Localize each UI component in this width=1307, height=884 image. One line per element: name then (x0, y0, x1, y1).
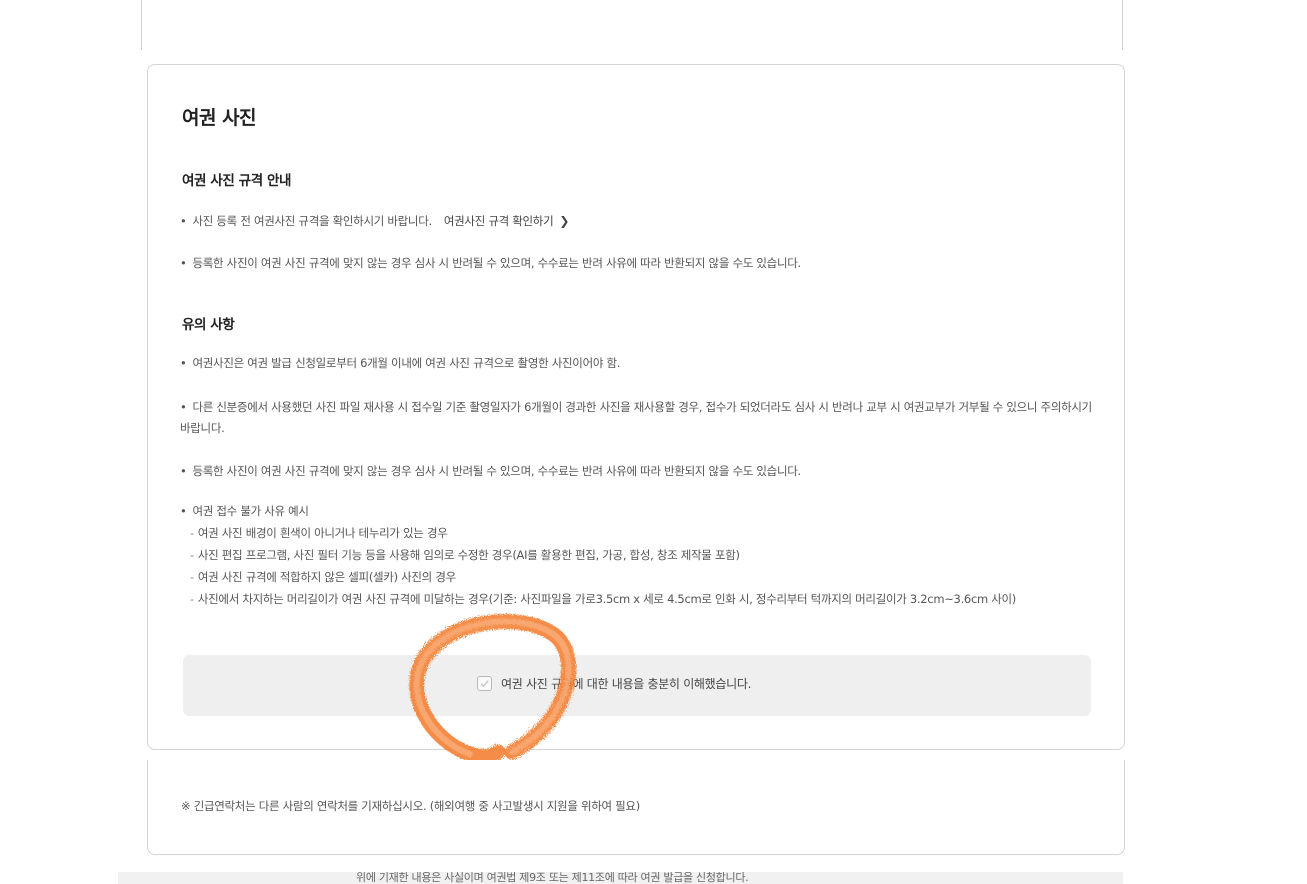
list-item: - 여권 사진 배경이 흰색이 아니거나 테누리가 있는 경우 (190, 526, 448, 540)
example-text: 여권 사진 규격에 적합하지 않은 셀피(셀카) 사진의 경우 (197, 570, 456, 584)
rejection-examples-title: 여권 접수 불가 사유 예시 (192, 504, 309, 518)
notice-bullet-2: • 다른 신분증에서 사용했던 사진 파일 재사용 시 접수일 기준 촬영일자가 … (180, 397, 1095, 439)
previous-section-panel (141, 0, 1123, 50)
notice-bullet-3-text: 등록한 사진이 여권 사진 규격에 맞지 않는 경우 심사 시 반려될 수 있으… (192, 464, 801, 478)
spec-bullet-1: • 사진 등록 전 여권사진 규격을 확인하시기 바랍니다. 여권사진 규격 확인하… (180, 211, 1095, 232)
example-text: 사진 편집 프로그램, 사진 필터 기능 등을 사용해 임의로 수정한 경우(A… (197, 548, 740, 562)
spec-bullet-1-text: 사진 등록 전 여권사진 규격을 확인하시기 바랍니다. (192, 214, 432, 228)
photo-spec-link[interactable]: 여권사진 규격 확인하기 ❯ (444, 214, 570, 228)
footer-strip: 위에 기재한 내용은 사실이며 여권법 제9조 또는 제11조에 따라 여권 발… (118, 872, 1123, 884)
example-text: 사진에서 차지하는 머리길이가 여권 사진 규격에 미달하는 경우(기준: 사진… (197, 592, 1016, 606)
bullet-dot: • (180, 400, 187, 414)
orange-circle-annotation (409, 614, 577, 765)
notice-bullet-1: • 여권사진은 여권 발급 신청일로부터 6개월 이내에 여권 사진 규격으로 촬… (180, 353, 1095, 374)
spec-bullet-2-text: 등록한 사진이 여권 사진 규격에 맞지 않는 경우 심사 시 반려될 수 있으… (192, 256, 801, 270)
passport-photo-card: 여권 사진 여권 사진 규격 안내 • 사진 등록 전 여권사진 규격을 확인하시… (147, 64, 1125, 750)
footer-declaration: 위에 기재한 내용은 사실이며 여권법 제9조 또는 제11조에 따라 여권 발… (356, 872, 749, 884)
rejection-examples-list: - 여권 사진 배경이 흰색이 아니거나 테누리가 있는 경우 - 사진 편집 프로… (180, 522, 1095, 610)
spec-section-title: 여권 사진 규격 안내 (182, 173, 292, 189)
card-title: 여권 사진 (182, 107, 257, 129)
list-item: - 여권 사진 규격에 적합하지 않은 셀피(셀카) 사진의 경우 (190, 570, 456, 584)
notice-bullet-2-text: 다른 신분증에서 사용했던 사진 파일 재사용 시 접수일 기준 촬영일자가 6… (180, 400, 1092, 435)
bullet-dot: • (180, 504, 187, 518)
chevron-right-icon[interactable]: ❯ (559, 214, 569, 228)
bullet-dot: • (180, 214, 187, 228)
list-item: - 사진에서 차지하는 머리길이가 여권 사진 규격에 미달하는 경우(기준: 사… (190, 592, 1016, 606)
rejection-examples: • 여권 접수 불가 사유 예시 - 여권 사진 배경이 흰색이 아니거나 테누리가… (180, 501, 1095, 610)
agreement-box: 여권 사진 규격에 대한 내용을 충분히 이해했습니다. (183, 655, 1091, 716)
notice-bullet-1-text: 여권사진은 여권 발급 신청일로부터 6개월 이내에 여권 사진 규격으로 촬영… (192, 356, 621, 370)
notice-bullet-3: • 등록한 사진이 여권 사진 규격에 맞지 않는 경우 심사 시 반려될 수 있… (180, 461, 1095, 482)
bullet-dot: • (180, 256, 187, 270)
list-item: - 사진 편집 프로그램, 사진 필터 기능 등을 사용해 임의로 수정한 경우(… (190, 548, 740, 562)
spec-bullet-2: • 등록한 사진이 여권 사진 규격에 맞지 않는 경우 심사 시 반려될 수 있… (180, 253, 1095, 274)
emergency-contact-note: ※ 긴급연락처는 다른 사람의 연락처를 기재하십시오. (해외여행 중 사고발… (181, 799, 640, 813)
notice-section-title: 유의 사항 (182, 317, 235, 333)
bullet-dot: • (180, 356, 187, 370)
example-text: 여권 사진 배경이 흰색이 아니거나 테누리가 있는 경우 (197, 526, 448, 540)
emergency-contact-panel: ※ 긴급연락처는 다른 사람의 연락처를 기재하십시오. (해외여행 중 사고발… (147, 760, 1125, 855)
photo-spec-link-label[interactable]: 여권사진 규격 확인하기 (444, 214, 554, 228)
bullet-dot: • (180, 464, 187, 478)
